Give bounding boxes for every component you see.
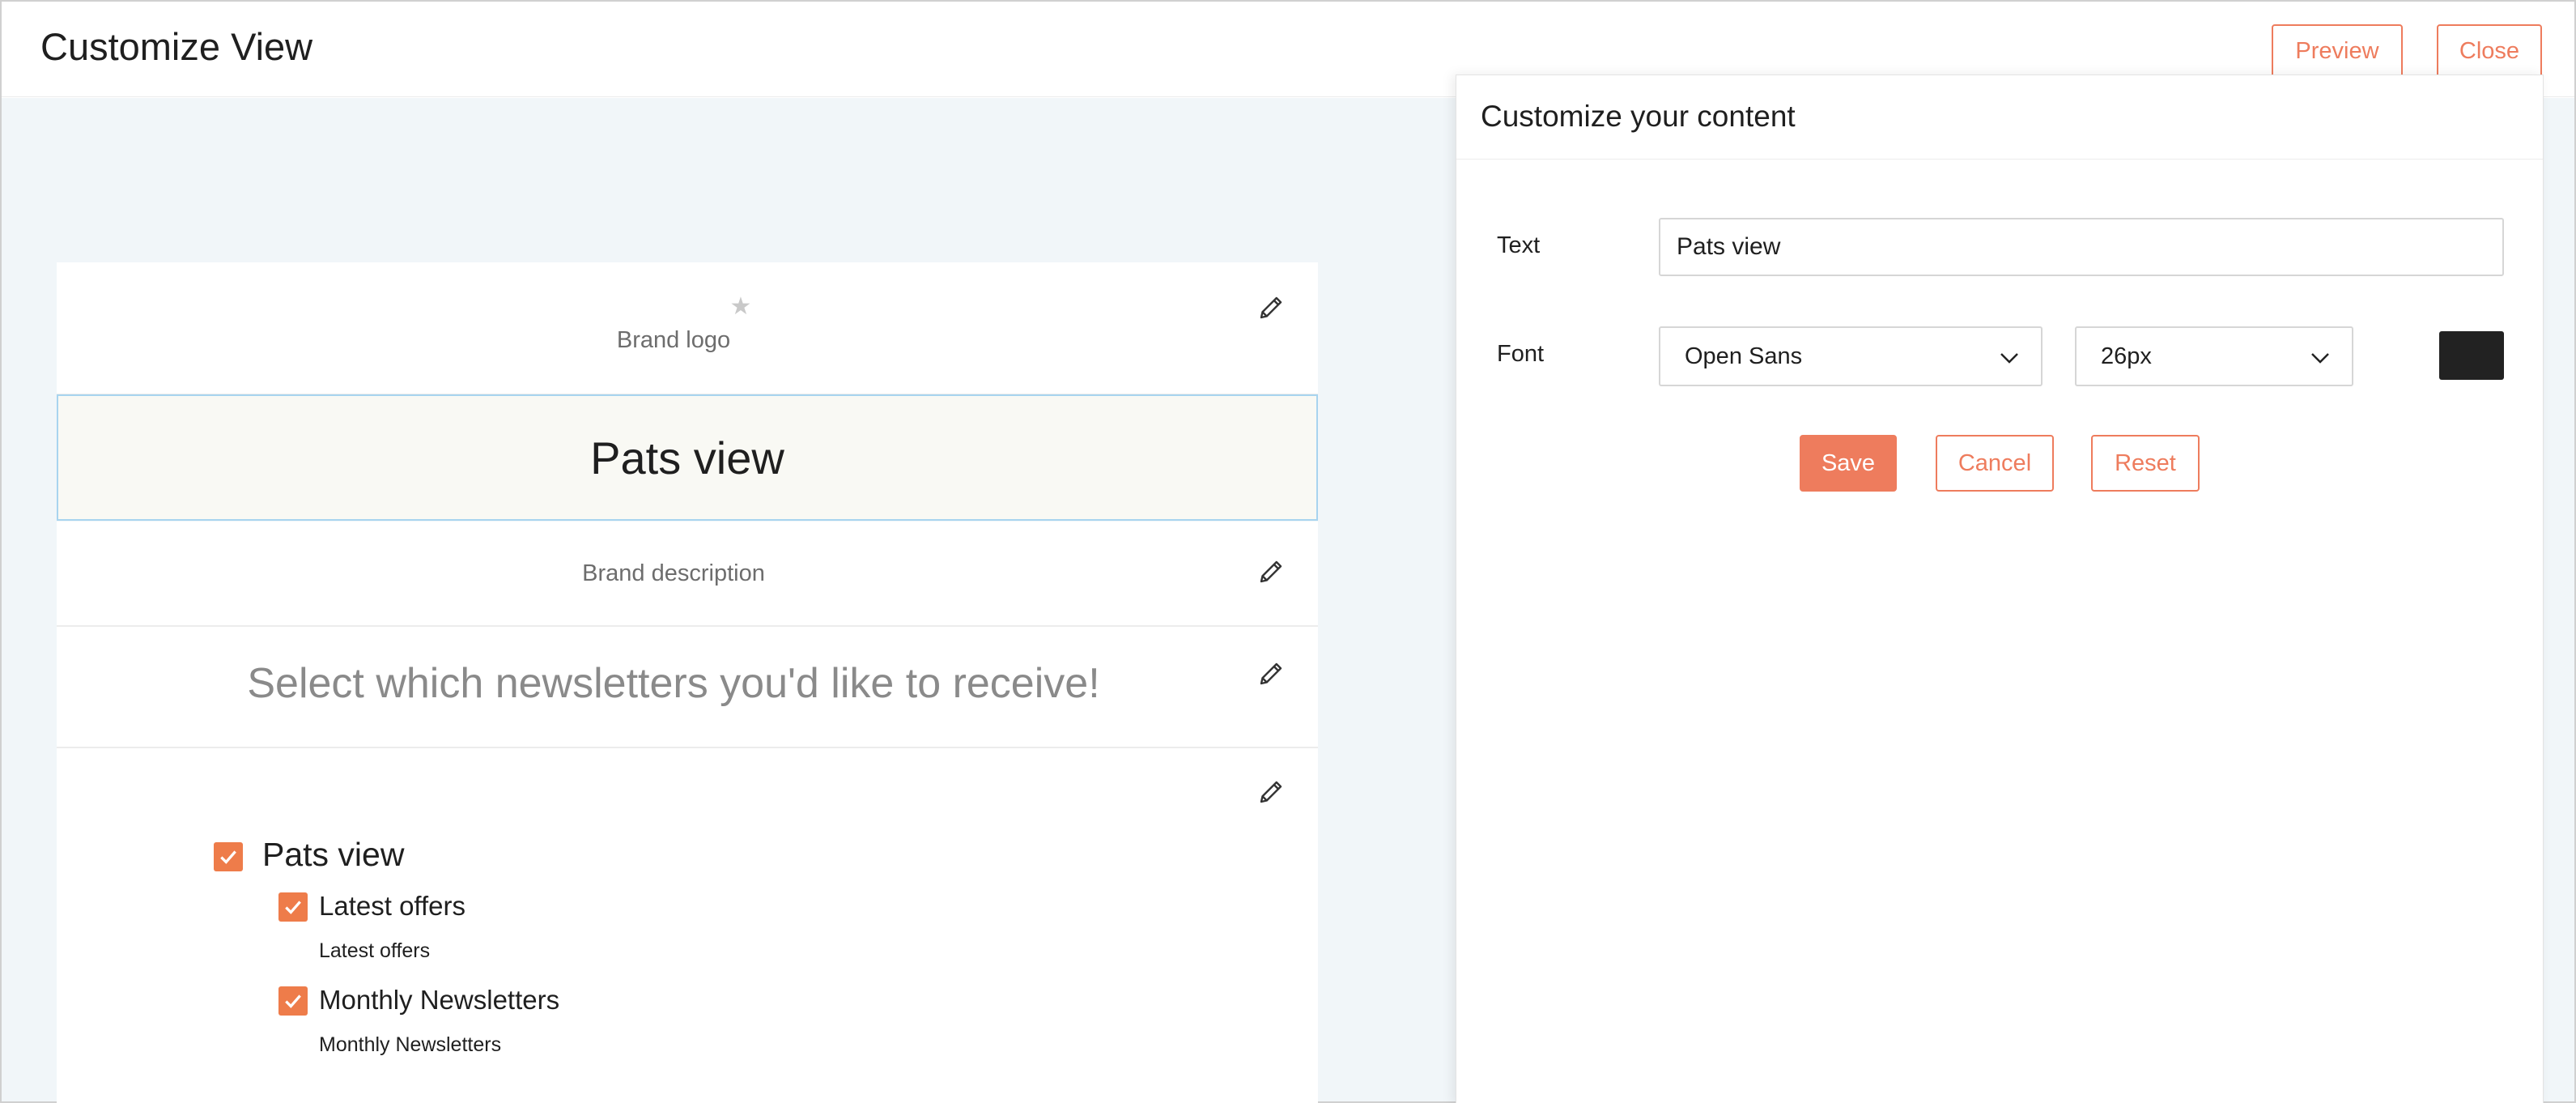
pencil-icon[interactable] (1256, 777, 1286, 807)
chevron-down-icon (2000, 353, 2018, 364)
heading-section[interactable]: Select which newsletters you'd like to r… (57, 627, 1318, 748)
checkmark-icon (285, 994, 301, 1008)
brand-logo-label: Brand logo (616, 327, 731, 353)
title-section-selected[interactable]: Pats view (57, 394, 1318, 521)
group-checkbox[interactable] (214, 842, 243, 871)
customize-panel: Customize your content Text Font Open Sa… (1456, 75, 2544, 1103)
font-label: Font (1497, 341, 1545, 367)
chevron-down-icon (2311, 353, 2329, 364)
brand-logo-section[interactable]: ★ Brand logo (57, 262, 1318, 395)
font-family-select[interactable]: Open Sans (1659, 326, 2043, 386)
text-label: Text (1497, 232, 1541, 258)
pencil-icon[interactable] (1256, 659, 1286, 688)
reset-button[interactable]: Reset (2091, 435, 2200, 492)
brand-description-section[interactable]: Brand description (57, 522, 1318, 627)
item-label: Latest offers (319, 891, 466, 921)
title-text: Pats view (590, 432, 784, 483)
panel-title: Customize your content (1481, 100, 1796, 133)
item-checkbox[interactable] (278, 986, 308, 1016)
preview-button[interactable]: Preview (2272, 24, 2403, 78)
newsletter-heading: Select which newsletters you'd like to r… (247, 660, 1100, 707)
cancel-button[interactable]: Cancel (1936, 435, 2054, 492)
save-button[interactable]: Save (1800, 435, 1897, 492)
item-description: Latest offers (319, 939, 431, 962)
pencil-icon[interactable] (1256, 557, 1286, 586)
checkmark-icon (285, 901, 301, 914)
item-label: Monthly Newsletters (319, 985, 560, 1015)
font-size-value: 26px (2101, 343, 2152, 369)
group-label: Pats view (262, 836, 405, 873)
font-size-select[interactable]: 26px (2075, 326, 2353, 386)
close-button[interactable]: Close (2437, 24, 2542, 78)
pencil-icon[interactable] (1256, 293, 1286, 322)
page-title: Customize View (40, 25, 313, 68)
font-color-swatch[interactable] (2439, 331, 2504, 380)
item-description: Monthly Newsletters (319, 1033, 502, 1056)
brand-description-label: Brand description (582, 560, 765, 586)
text-input[interactable] (1659, 218, 2504, 276)
newsletter-list-section[interactable]: Pats view Latest offers Latest offers Mo… (57, 748, 1318, 1103)
star-icon: ★ (729, 293, 752, 320)
item-checkbox[interactable] (278, 892, 308, 922)
checkmark-icon (220, 850, 236, 864)
font-family-value: Open Sans (1685, 343, 1803, 369)
panel-header: Customize your content (1456, 75, 2543, 160)
